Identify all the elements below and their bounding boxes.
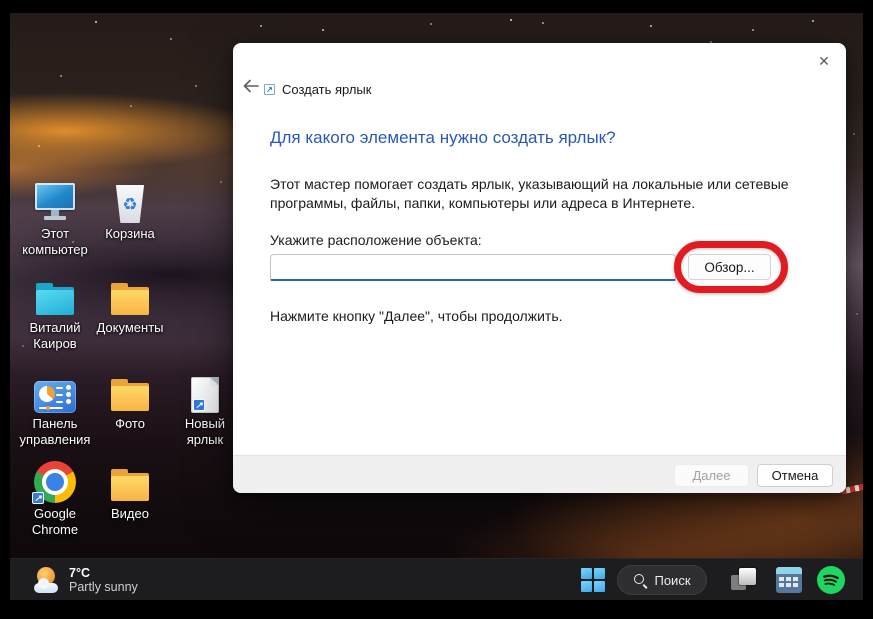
window-title: Создать ярлык (282, 82, 372, 97)
desktop-icon-label: Документы (96, 320, 164, 335)
user-folder-icon (34, 275, 76, 317)
this-pc-icon (33, 181, 77, 223)
desktop-icon-label: Видео (111, 506, 149, 521)
back-button[interactable] (237, 75, 265, 99)
shortcut-file-icon (191, 371, 219, 413)
desktop-wallpaper: Этот компьютер Корзина Виталий Каиров До… (10, 13, 863, 600)
close-icon[interactable] (812, 49, 836, 73)
next-hint: Нажмите кнопку "Далее", чтобы продолжить… (270, 308, 563, 324)
search-label: Поиск (654, 572, 691, 588)
control-panel-icon (34, 371, 76, 413)
back-arrow-icon (243, 79, 259, 92)
task-view-button[interactable] (729, 566, 757, 593)
folder-icon (109, 461, 151, 503)
wizard-description: Этот мастер помогает создать ярлык, указ… (270, 176, 789, 211)
location-label: Укажите расположение объекта: (270, 232, 482, 248)
wizard-heading: Для какого элемента нужно создать ярлык? (270, 128, 616, 147)
next-button[interactable]: Далее (674, 464, 749, 487)
dialog-footer: Далее Отмена (233, 455, 846, 493)
start-button[interactable] (581, 568, 607, 592)
weather-condition: Partly sunny (69, 580, 138, 594)
stars-decoration (10, 13, 12, 15)
calculator-button[interactable] (776, 567, 802, 593)
desktop-icon-documents[interactable]: Документы (85, 275, 175, 336)
partly-sunny-icon (32, 566, 60, 594)
desktop-icon-label: Виталий Каиров (29, 320, 81, 351)
spotify-button[interactable] (816, 565, 846, 595)
browse-button[interactable]: Обзор... (688, 254, 771, 280)
recycle-bin-icon (115, 181, 145, 223)
desktop-icon-label: Панель управления (19, 416, 91, 447)
desktop-icon-recycle-bin[interactable]: Корзина (85, 181, 175, 242)
desktop-icon-label: Корзина (105, 226, 155, 241)
folder-icon (109, 275, 151, 317)
folder-icon (109, 371, 151, 413)
spotify-icon (817, 566, 845, 594)
desktop-icon-label: Этот компьютер (22, 226, 88, 257)
location-input[interactable] (270, 254, 676, 281)
shortcut-arrow-icon (32, 492, 44, 504)
weather-temperature: 7°C (69, 566, 90, 580)
taskbar: 7°C Partly sunny Поиск (10, 558, 863, 600)
desktop-icon-label: Google Chrome (31, 506, 79, 537)
create-shortcut-wizard: Создать ярлык Для какого элемента нужно … (233, 43, 846, 493)
shortcut-window-icon (264, 84, 275, 95)
shortcut-arrow-icon (193, 399, 205, 411)
search-icon (633, 573, 647, 587)
desktop-icon-videos[interactable]: Видео (85, 461, 175, 522)
desktop-icon-label: Фото (115, 416, 145, 431)
chrome-icon (32, 461, 76, 504)
cancel-button[interactable]: Отмена (757, 464, 833, 487)
taskbar-search[interactable]: Поиск (617, 565, 707, 595)
weather-widget[interactable]: 7°C Partly sunny (32, 566, 138, 594)
